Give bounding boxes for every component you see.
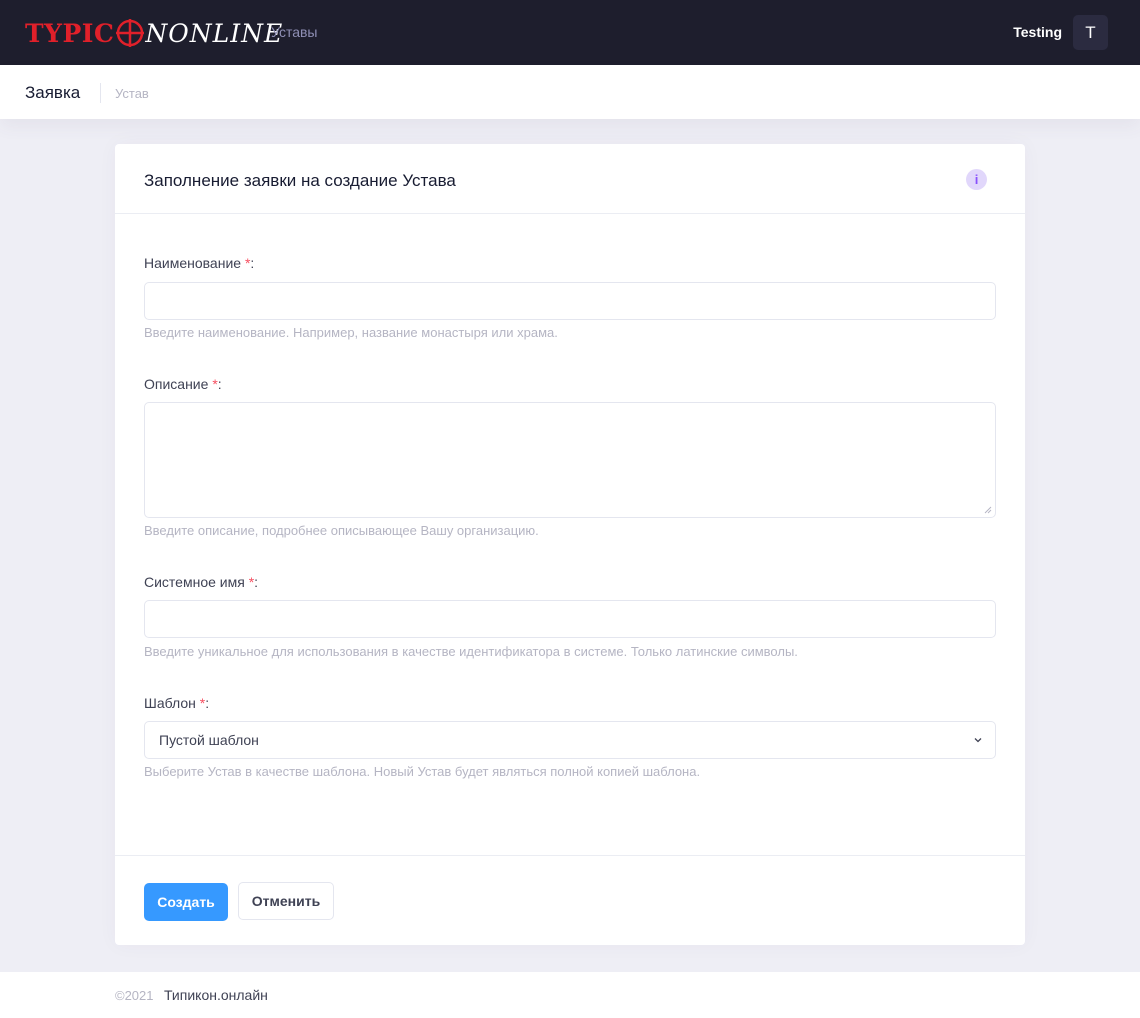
logo-text-red: TYPIC [25, 18, 115, 48]
top-header: TYPIC NONLINE Уставы Testing T [0, 0, 1140, 65]
name-label: Наименование *: [144, 255, 255, 271]
chevron-down-icon [974, 738, 982, 743]
name-hint: Введите наименование. Например, название… [144, 325, 558, 340]
subheader: Заявка Устав [0, 65, 1140, 119]
subheader-divider [100, 83, 101, 103]
page-title: Заявка [25, 83, 81, 102]
required-mark: * [212, 376, 218, 392]
description-textarea[interactable] [144, 402, 996, 518]
template-selected-value: Пустой шаблон [159, 732, 259, 748]
required-mark: * [248, 574, 255, 590]
cancel-button[interactable]: Отменить [238, 882, 334, 920]
form-card: Заполнение заявки на создание Устава i Н… [115, 144, 1025, 945]
page-footer: ©2021 Типикон.онлайн [0, 972, 1140, 1018]
name-input[interactable] [144, 282, 996, 320]
nav-link-ustavy[interactable]: Уставы [271, 24, 318, 40]
system-name-label-text: Системное имя [144, 574, 245, 590]
name-label-text: Наименование [144, 255, 242, 271]
template-select[interactable]: Пустой шаблон [144, 721, 996, 759]
logo-text-white: NONLINE [145, 18, 284, 48]
footer-site-link[interactable]: Типикон.онлайн [164, 987, 268, 1003]
template-label-text: Шаблон [144, 695, 196, 711]
required-mark: * [244, 255, 251, 271]
description-label-text: Описание [144, 376, 209, 392]
avatar[interactable]: T [1073, 15, 1108, 50]
system-name-hint: Введите уникальное для использования в к… [144, 644, 798, 659]
info-icon[interactable]: i [966, 169, 987, 190]
cross-icon [116, 19, 145, 47]
description-hint: Введите описание, подробнее описывающее … [144, 523, 539, 538]
create-button[interactable]: Создать [144, 883, 228, 921]
required-mark: * [199, 695, 206, 711]
site-logo[interactable]: TYPIC NONLINE [25, 17, 283, 49]
card-footer: Создать Отменить [115, 855, 1025, 945]
description-label: Описание *: [144, 376, 222, 392]
resize-grip-icon[interactable] [984, 506, 992, 514]
breadcrumb: Устав [115, 86, 149, 101]
system-name-label: Системное имя *: [144, 574, 259, 590]
card-title: Заполнение заявки на создание Устава [144, 171, 456, 190]
user-name[interactable]: Testing [1013, 24, 1062, 40]
template-hint: Выберите Устав в качестве шаблона. Новый… [144, 764, 701, 779]
copyright-text: ©2021 [115, 988, 154, 1003]
card-header: Заполнение заявки на создание Устава i [115, 144, 1025, 214]
system-name-input[interactable] [144, 600, 996, 638]
template-label: Шаблон *: [144, 695, 210, 711]
